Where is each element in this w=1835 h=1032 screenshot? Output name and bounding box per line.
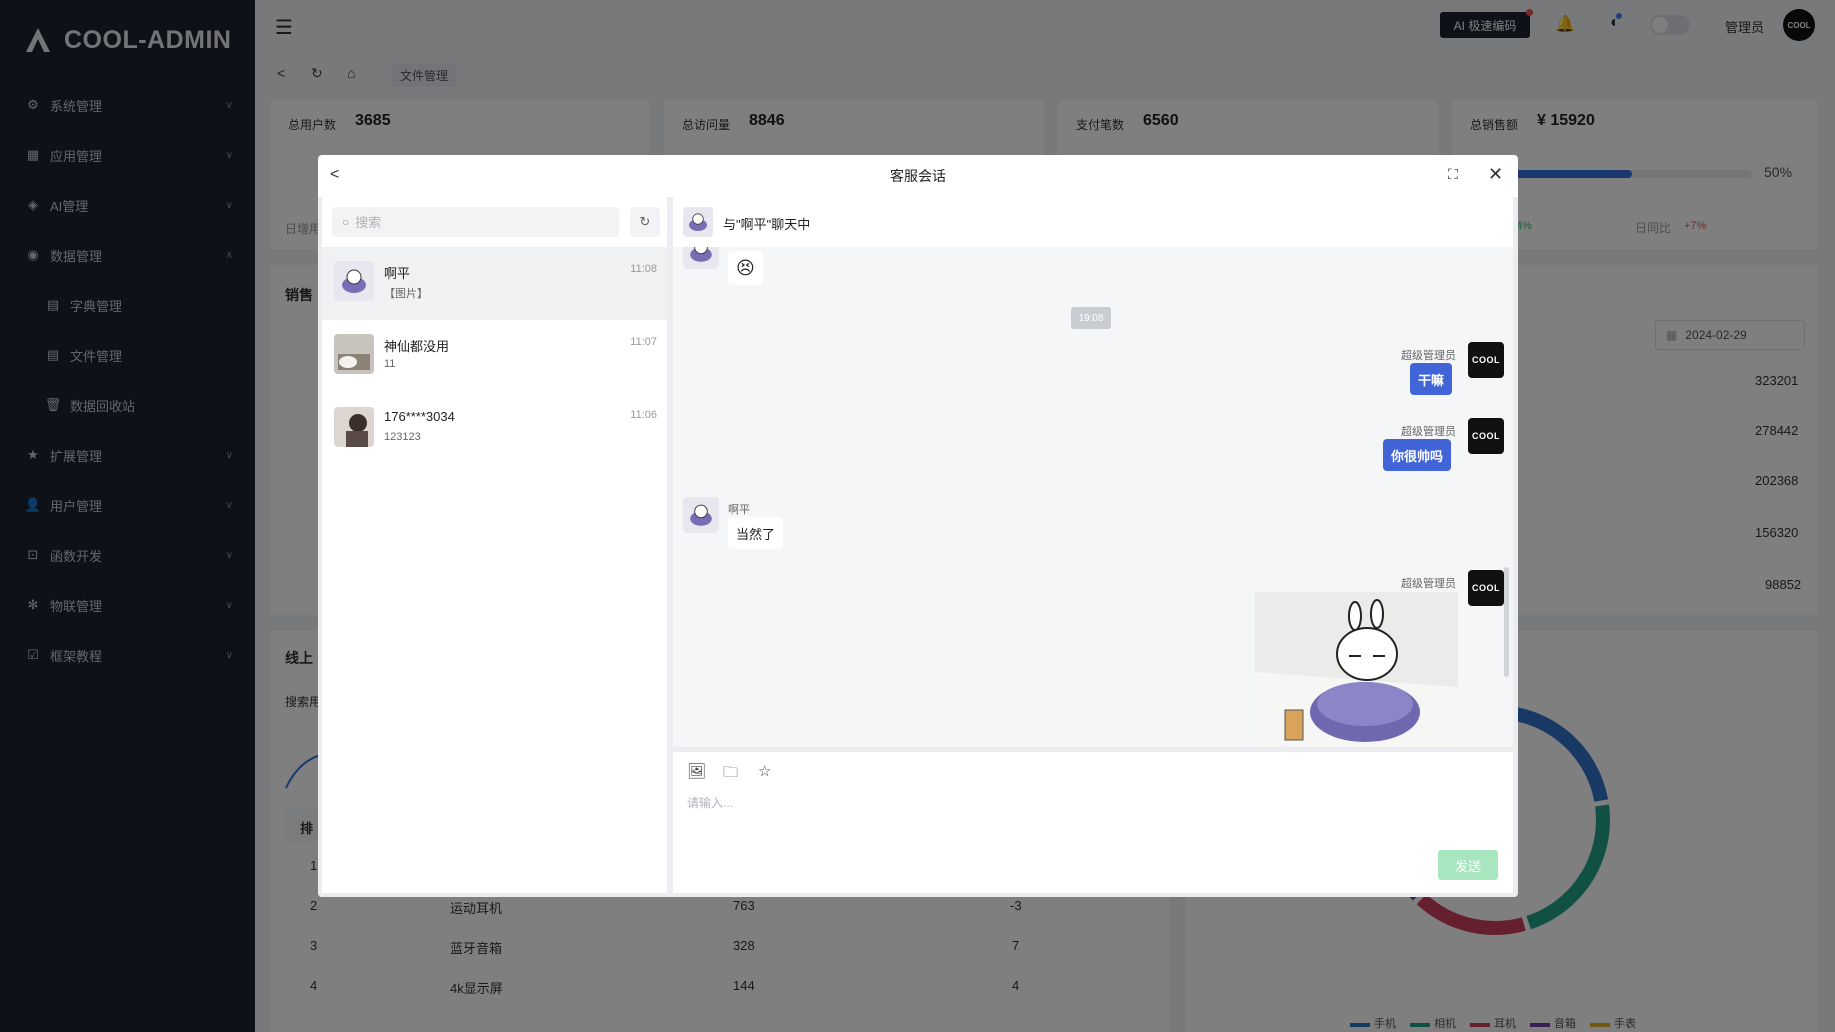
conversation-time: 11:07 (630, 336, 657, 348)
sender-name: 超级管理员 (1401, 350, 1456, 362)
close-icon[interactable]: ✕ (1488, 164, 1503, 185)
dialog-title: 客服会话 (890, 168, 946, 184)
search-box[interactable]: ○ (332, 207, 619, 237)
conversation-item[interactable]: 啊平 【图片】 11:08 (322, 247, 667, 320)
admin-avatar: COOL (1468, 570, 1504, 606)
conversation-item[interactable]: 神仙都没用 11 11:07 (322, 320, 667, 393)
avatar (334, 334, 374, 374)
conversation-name: 啊平 (384, 266, 411, 281)
avatar (334, 407, 374, 447)
star-icon[interactable]: ☆ (758, 762, 771, 780)
message-list[interactable]: 😣 19:08 超级管理员 COOL 干嘛 超级管理员 COOL 你很帅吗 啊平… (673, 247, 1513, 747)
back-icon[interactable]: < (330, 166, 339, 184)
chat-dialog: < 客服会话 ⛶ ✕ ○ ↻ 啊平 (318, 155, 1518, 897)
conversation-last-message: 【图片】 (384, 288, 428, 300)
image-icon[interactable]: 🖼 (687, 762, 706, 780)
image-message[interactable] (1255, 592, 1458, 747)
conversation-last-message: 11 (384, 358, 396, 370)
avatar (334, 261, 374, 301)
send-button[interactable]: 发送 (1438, 850, 1498, 880)
conversation-name: 176****3034 (384, 409, 455, 424)
message-bubble[interactable]: 当然了 (728, 517, 784, 549)
folder-icon[interactable]: 🗀 (723, 762, 738, 787)
conversation-name: 神仙都没用 (384, 339, 450, 354)
message-bubble[interactable]: 干嘛 (1410, 363, 1453, 395)
avatar (683, 207, 713, 237)
scrollbar[interactable] (1504, 567, 1509, 677)
chat-panel: 与"啊平"聊天中 😣 19:08 超级管理员 COOL 干嘛 超级管理员 COO… (673, 197, 1513, 893)
admin-avatar: COOL (1468, 418, 1504, 454)
chat-header: 与"啊平"聊天中 (673, 197, 1513, 247)
message-bubble[interactable]: 你很帅吗 (1383, 439, 1452, 471)
refresh-icon: ↻ (639, 214, 651, 229)
conversation-time: 11:08 (630, 263, 657, 275)
conversation-item[interactable]: 176****3034 123123 11:06 (322, 393, 667, 466)
dialog-body: ○ ↻ 啊平 【图片】 11:08 (318, 197, 1518, 897)
avatar (683, 247, 719, 269)
sender-name: 超级管理员 (1401, 426, 1456, 438)
sender-name: 啊平 (728, 504, 750, 516)
message-bubble[interactable]: 😣 (728, 251, 763, 285)
sticker-image (1255, 592, 1458, 747)
session-list: ○ ↻ 啊平 【图片】 11:08 (322, 197, 667, 893)
avatar (683, 497, 719, 533)
fullscreen-icon[interactable]: ⛶ (1448, 166, 1458, 183)
time-divider: 19:08 (1071, 307, 1111, 329)
composer: 🖼 🗀 ☆ 发送 (673, 752, 1513, 893)
sender-name: 超级管理员 (1401, 578, 1456, 590)
search-input[interactable] (355, 214, 596, 230)
conversation-last-message: 123123 (384, 431, 421, 443)
conversation-time: 11:06 (630, 409, 657, 421)
dialog-header: < 客服会话 ⛶ ✕ (318, 155, 1518, 197)
refresh-button[interactable]: ↻ (630, 207, 660, 237)
message-input[interactable] (687, 794, 1487, 844)
admin-avatar: COOL (1468, 342, 1504, 378)
chat-title: 与"啊平"聊天中 (723, 217, 811, 232)
search-icon: ○ (342, 215, 350, 229)
